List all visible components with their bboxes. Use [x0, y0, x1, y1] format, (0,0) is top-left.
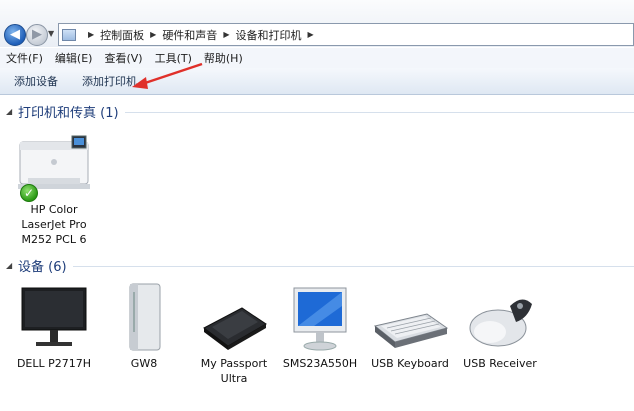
group-devices-header[interactable]: ◢ 设备 (6): [6, 256, 634, 275]
forward-arrow-icon: ▶: [32, 27, 42, 42]
recent-pages-dropdown-icon[interactable]: ▼: [48, 29, 54, 38]
breadcrumb-separator-icon[interactable]: ▶: [150, 30, 156, 39]
group-printers-title: 打印机和传真 (1): [18, 105, 119, 121]
mouse-icon: [460, 284, 540, 354]
breadcrumb-item-control-panel[interactable]: 控制面板: [100, 27, 144, 43]
printer-icon: ✓: [12, 128, 96, 202]
device-label-usb-receiver: USB Receiver: [463, 357, 537, 370]
forward-button[interactable]: ▶: [26, 24, 48, 46]
device-tile-usb-receiver[interactable]: USB Receiver: [452, 284, 548, 371]
device-label-usb-keyboard: USB Keyboard: [371, 357, 449, 370]
external-drive-icon: [108, 280, 180, 354]
device-label-sms23a550h: SMS23A550H: [282, 357, 358, 370]
annotation-arrow: [132, 62, 203, 89]
monitor-icon: [18, 284, 90, 354]
device-tile-my-passport[interactable]: My Passport Ultra: [186, 284, 282, 386]
collapse-triangle-icon[interactable]: ◢: [6, 261, 18, 270]
command-bar: 添加设备 添加打印机: [0, 68, 634, 95]
address-bar[interactable]: ▶ 控制面板 ▶ 硬件和声音 ▶ 设备和打印机 ▶: [58, 23, 634, 46]
menu-file[interactable]: 文件(F): [6, 50, 43, 66]
breadcrumb: ▶ 控制面板 ▶ 硬件和声音 ▶ 设备和打印机 ▶: [82, 27, 320, 43]
group-divider: [124, 111, 634, 113]
breadcrumb-separator-icon[interactable]: ▶: [223, 30, 229, 39]
breadcrumb-separator-icon[interactable]: ▶: [307, 30, 313, 39]
device-tile-sms23a550h[interactable]: SMS23A550H: [272, 284, 368, 371]
monitor-icon: [284, 284, 356, 354]
add-device-button[interactable]: 添加设备: [14, 73, 58, 89]
device-tile-gw8[interactable]: GW8: [96, 280, 192, 371]
device-label-my-passport: My Passport Ultra: [200, 357, 268, 385]
device-tile-dell-monitor[interactable]: DELL P2717H: [6, 284, 102, 371]
device-label-dell-monitor: DELL P2717H: [16, 357, 92, 370]
device-tile-usb-keyboard[interactable]: USB Keyboard: [362, 284, 458, 371]
group-divider: [72, 265, 634, 267]
control-panel-icon: [62, 28, 76, 41]
default-printer-check-icon: ✓: [20, 184, 38, 202]
group-devices-title: 设备 (6): [18, 259, 67, 275]
keyboard-icon: [369, 284, 451, 354]
breadcrumb-separator-icon[interactable]: ▶: [88, 30, 94, 39]
menu-bar: 文件(F) 编辑(E) 查看(V) 工具(T) 帮助(H): [0, 48, 634, 68]
back-arrow-icon: ◀: [10, 27, 20, 42]
menu-edit[interactable]: 编辑(E): [55, 50, 93, 66]
device-tile-printer[interactable]: ✓ HP Color LaserJet Pro M252 PCL 6: [6, 128, 102, 247]
back-button[interactable]: ◀: [4, 24, 26, 46]
group-printers-header[interactable]: ◢ 打印机和传真 (1): [6, 102, 634, 121]
device-label-gw8: GW8: [130, 357, 158, 370]
device-label-printer: HP Color LaserJet Pro M252 PCL 6: [21, 203, 87, 246]
collapse-triangle-icon[interactable]: ◢: [6, 107, 18, 116]
breadcrumb-item-hardware-sound[interactable]: 硬件和声音: [162, 27, 217, 43]
portable-drive-icon: [194, 284, 274, 354]
address-row: ◀ ▶ ▼ ▶ 控制面板 ▶ 硬件和声音 ▶ 设备和打印机 ▶: [0, 0, 634, 47]
breadcrumb-item-devices-printers[interactable]: 设备和打印机: [235, 27, 301, 43]
